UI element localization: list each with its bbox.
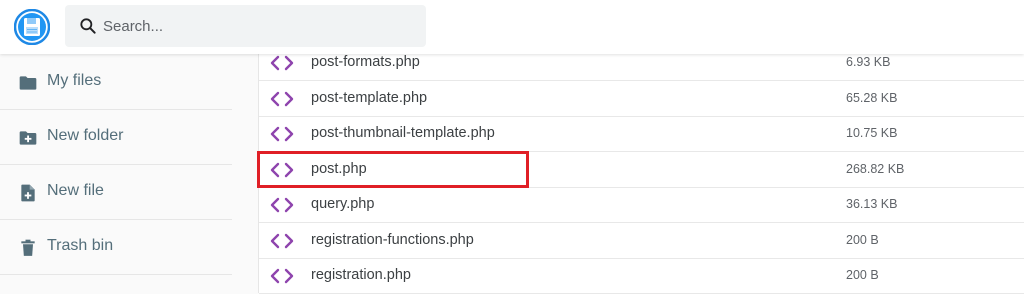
sidebar-item-new-folder[interactable]: New folder xyxy=(0,110,232,165)
code-file-icon xyxy=(270,126,294,142)
note-add-icon xyxy=(21,184,35,202)
sidebar-item-label: New folder xyxy=(47,127,124,144)
file-name: query.php xyxy=(311,196,375,212)
file-row[interactable]: post-thumbnail-template.php 10.75 KB xyxy=(259,116,1024,152)
file-name: post-template.php xyxy=(311,90,428,106)
search-icon xyxy=(80,18,96,34)
sidebar-item-label: New file xyxy=(47,182,104,199)
file-row[interactable]: registration.php 200 B xyxy=(259,258,1024,294)
highlight-box xyxy=(257,151,529,188)
file-size: 10.75 KB xyxy=(846,126,898,140)
code-file-icon xyxy=(270,197,294,213)
code-file-icon xyxy=(270,91,294,107)
folder-icon xyxy=(19,76,37,90)
file-size: 36.13 KB xyxy=(846,197,898,211)
sidebar-item-new-file[interactable]: New file xyxy=(0,165,232,220)
code-file-icon xyxy=(270,268,294,284)
sidebar-item-trash-bin[interactable]: Trash bin xyxy=(0,220,232,275)
file-size: 65.28 KB xyxy=(846,91,898,105)
file-row[interactable]: registration-functions.php 200 B xyxy=(259,223,1024,259)
search-box[interactable] xyxy=(65,5,426,47)
sidebar-item-my-files[interactable]: My files xyxy=(0,55,232,110)
search-input[interactable] xyxy=(103,5,413,47)
file-name: post-thumbnail-template.php xyxy=(311,125,495,141)
file-name: registration-functions.php xyxy=(311,232,474,248)
app-logo-icon[interactable] xyxy=(14,9,50,45)
file-row[interactable]: post-template.php 65.28 KB xyxy=(259,81,1024,117)
delete-icon xyxy=(21,239,35,256)
file-name: post-formats.php xyxy=(311,54,420,70)
top-bar xyxy=(0,0,1024,54)
code-file-icon xyxy=(270,233,294,249)
sidebar-item-label: Trash bin xyxy=(47,237,114,254)
sidebar: My files New folder New file Trash bin xyxy=(0,54,258,293)
create-new-folder-icon xyxy=(19,131,37,145)
file-size: 200 B xyxy=(846,233,879,247)
file-size: 268.82 KB xyxy=(846,162,905,176)
sidebar-item-label: My files xyxy=(47,72,102,89)
file-size: 6.93 KB xyxy=(846,55,891,69)
file-row[interactable]: query.php 36.13 KB xyxy=(259,187,1024,223)
file-name: registration.php xyxy=(311,267,411,283)
code-file-icon xyxy=(270,55,294,71)
file-size: 200 B xyxy=(846,268,879,282)
